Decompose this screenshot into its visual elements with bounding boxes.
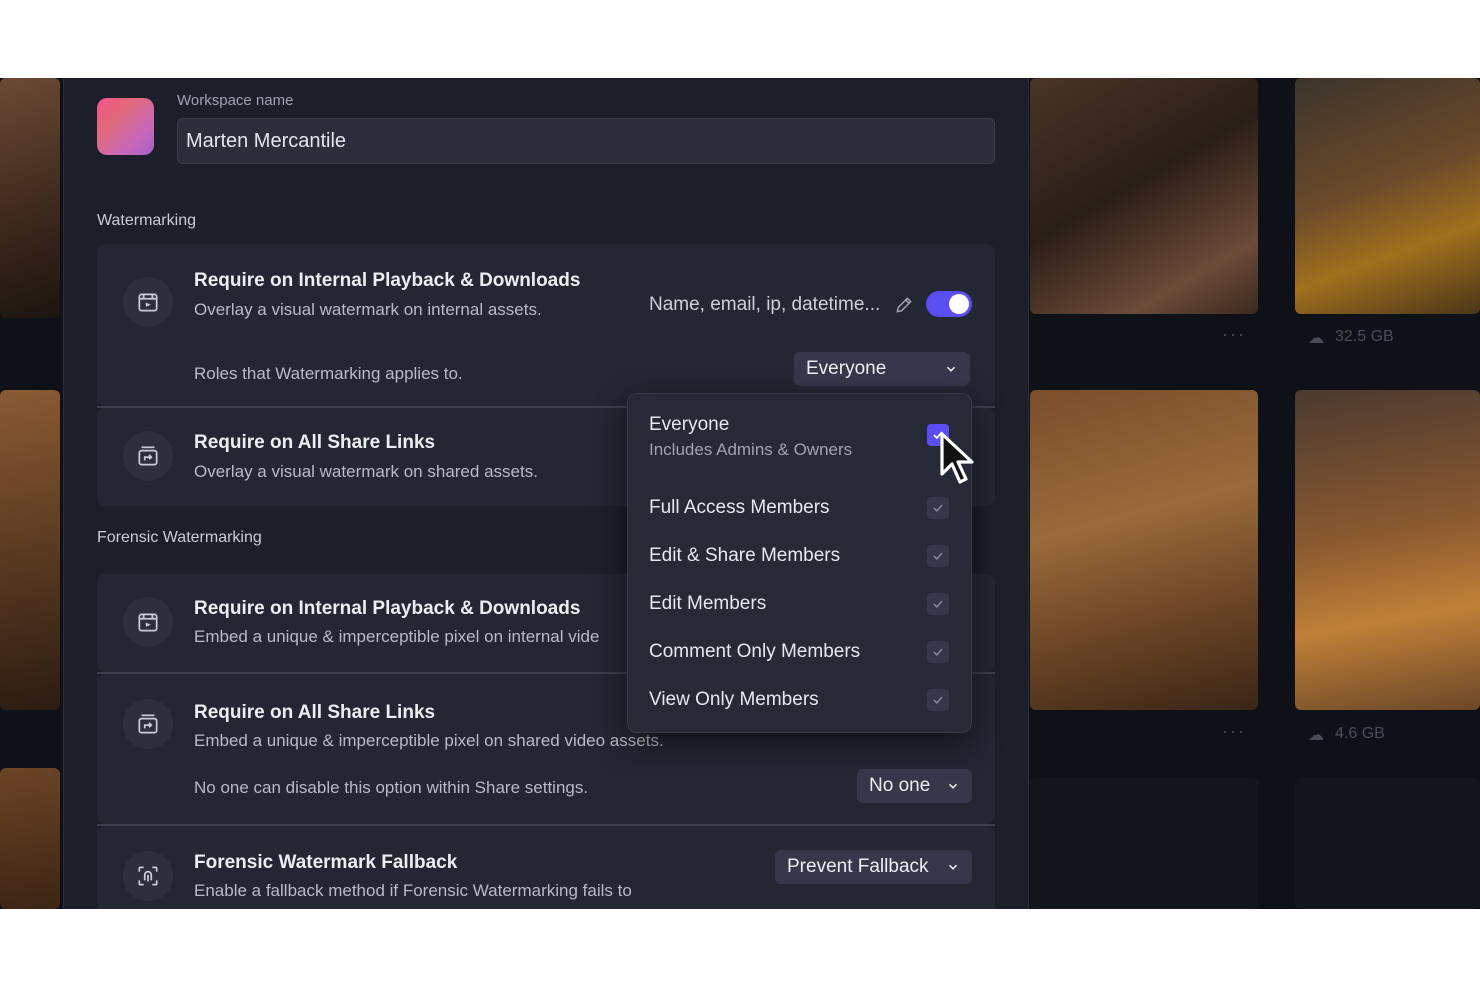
- disable-note: No one can disable this option within Sh…: [194, 778, 589, 797]
- watermark-fields-text[interactable]: Name, email, ip, datetime...: [649, 294, 880, 316]
- row-title: Require on All Share Links: [194, 432, 436, 453]
- menu-item-sublabel: Includes Admins & Owners: [649, 440, 853, 459]
- check-icon: [933, 648, 943, 656]
- menu-item-full-access[interactable]: Full Access Members: [649, 497, 959, 519]
- workspace-name-label: Workspace name: [177, 92, 294, 109]
- disable-permission-value: No one: [869, 775, 931, 796]
- menu-item-view-only[interactable]: View Only Members: [649, 689, 959, 711]
- cloud-icon: ☁: [1308, 330, 1324, 347]
- media-thumbnail[interactable]: [0, 768, 60, 909]
- asset-size: 32.5 GB: [1335, 328, 1394, 345]
- row-title: Require on All Share Links: [194, 702, 436, 723]
- forensic-fallback-card: Forensic Watermark Fallback Enable a fal…: [97, 826, 995, 909]
- checkbox-view-only[interactable]: [927, 689, 949, 711]
- media-thumbnail[interactable]: [1030, 778, 1258, 909]
- row-subtitle: Overlay a visual watermark on shared ass…: [194, 462, 538, 481]
- check-icon: [933, 696, 943, 704]
- menu-item-label: Edit & Share Members: [649, 545, 841, 566]
- fingerprint-scan-icon: [123, 851, 173, 901]
- workspace-logo[interactable]: [97, 98, 154, 155]
- pencil-icon[interactable]: [894, 295, 914, 315]
- roles-select-value: Everyone: [806, 358, 887, 379]
- menu-item-label: View Only Members: [649, 689, 819, 710]
- row-subtitle: Embed a unique & imperceptible pixel on …: [194, 731, 664, 750]
- menu-item-label: Full Access Members: [649, 497, 830, 518]
- section-title-forensic: Forensic Watermarking: [97, 529, 262, 546]
- check-icon: [933, 552, 943, 560]
- watermark-internal-card: Require on Internal Playback & Downloads…: [97, 244, 995, 406]
- checkbox-full-access[interactable]: [927, 497, 949, 519]
- menu-item-label: Comment Only Members: [649, 641, 861, 662]
- media-thumbnail[interactable]: [1295, 778, 1480, 909]
- chevron-down-icon: [946, 366, 956, 372]
- check-icon: [933, 504, 943, 512]
- roles-dropdown-menu: Everyone Includes Admins & Owners Full A…: [627, 393, 972, 733]
- fallback-select-value: Prevent Fallback: [787, 856, 929, 877]
- row-subtitle: Enable a fallback method if Forensic Wat…: [194, 881, 632, 900]
- row-title: Require on Internal Playback & Downloads: [194, 270, 581, 291]
- menu-item-comment-only[interactable]: Comment Only Members: [649, 641, 959, 663]
- row-title: Forensic Watermark Fallback: [194, 852, 458, 873]
- checkbox-edit-share[interactable]: [927, 545, 949, 567]
- row-title: Require on Internal Playback & Downloads: [194, 598, 581, 619]
- menu-item-edit[interactable]: Edit Members: [649, 593, 959, 615]
- cloud-icon: ☁: [1308, 727, 1324, 744]
- section-title-watermarking: Watermarking: [97, 212, 196, 229]
- roles-note: Roles that Watermarking applies to.: [194, 364, 463, 383]
- roles-select[interactable]: Everyone: [794, 352, 970, 386]
- media-thumbnail[interactable]: [1030, 78, 1258, 314]
- share-link-icon: [123, 431, 173, 481]
- asset-size: 4.6 GB: [1335, 725, 1385, 742]
- check-icon: [933, 600, 943, 608]
- checkbox-comment-only[interactable]: [927, 641, 949, 663]
- menu-item-label: Everyone: [649, 414, 730, 435]
- workspace-name-input[interactable]: Marten Mercantile: [177, 118, 995, 164]
- watermark-internal-toggle[interactable]: [926, 291, 972, 317]
- media-thumbnail[interactable]: [0, 78, 60, 318]
- media-thumbnail[interactable]: [1295, 390, 1480, 710]
- row-subtitle: Overlay a visual watermark on internal a…: [194, 300, 542, 319]
- share-link-icon: [123, 699, 173, 749]
- media-thumbnail[interactable]: [1030, 390, 1258, 710]
- media-thumbnail[interactable]: [1295, 78, 1480, 314]
- chevron-down-icon: [948, 783, 958, 789]
- menu-item-edit-share[interactable]: Edit & Share Members: [649, 545, 959, 567]
- app-stage: ··· ☁ 32.5 GB ··· ☁ 4.6 GB Workspace nam…: [0, 78, 1480, 909]
- menu-item-everyone[interactable]: Everyone Includes Admins & Owners: [649, 414, 959, 460]
- video-file-icon: [123, 277, 173, 327]
- more-options-icon[interactable]: ···: [1222, 324, 1246, 345]
- mouse-cursor-icon: [940, 432, 974, 484]
- fallback-select[interactable]: Prevent Fallback: [775, 850, 972, 884]
- disable-permission-select[interactable]: No one: [857, 769, 972, 803]
- row-subtitle: Embed a unique & imperceptible pixel on …: [194, 627, 600, 646]
- more-options-icon[interactable]: ···: [1222, 721, 1246, 742]
- menu-item-label: Edit Members: [649, 593, 767, 614]
- video-file-icon: [123, 597, 173, 647]
- toggle-knob: [949, 294, 969, 314]
- chevron-down-icon: [948, 864, 958, 870]
- checkbox-edit[interactable]: [927, 593, 949, 615]
- media-thumbnail[interactable]: [0, 390, 60, 710]
